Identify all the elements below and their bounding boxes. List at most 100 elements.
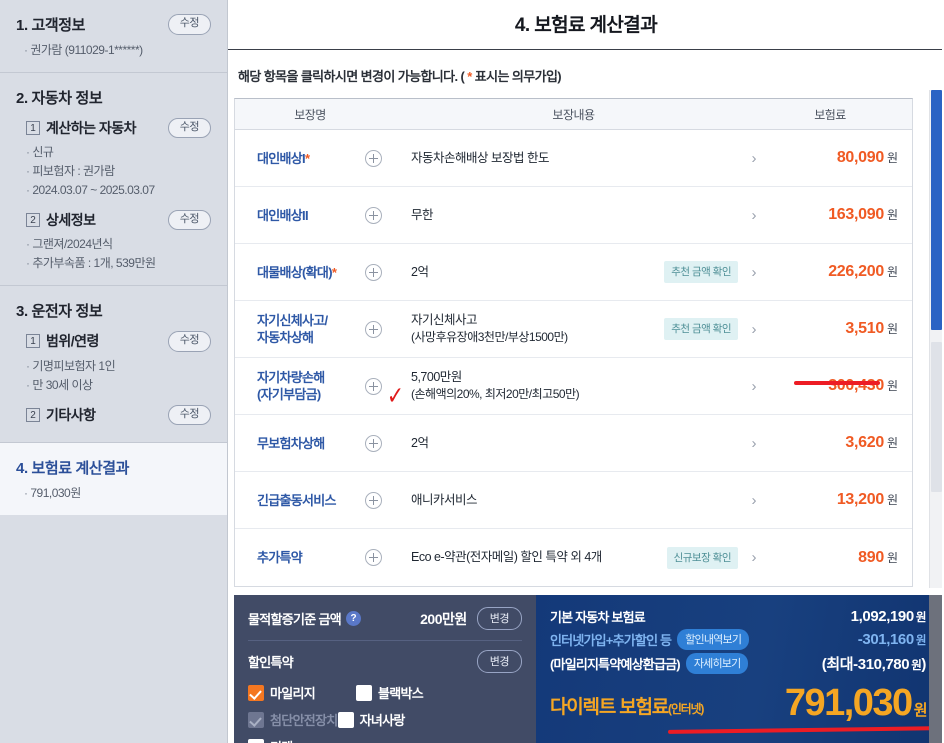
edit-button-calc-vehicle[interactable]: 수정 bbox=[167, 118, 211, 139]
plus-circle-icon[interactable] bbox=[365, 549, 382, 566]
premium-amount: 3,510 bbox=[845, 320, 884, 337]
coverage-name: 자기신체사고/ 자동차상해 bbox=[257, 313, 328, 345]
change-deductible-button[interactable]: 변경 bbox=[476, 607, 522, 630]
panel-scrollbar[interactable] bbox=[929, 595, 942, 743]
annotation-check-icon: ✓ bbox=[386, 381, 405, 410]
plus-circle-icon[interactable] bbox=[365, 263, 382, 281]
checkbox-checked-icon[interactable] bbox=[248, 684, 264, 701]
coverage-desc-sub: (사망후유장애3천만/부상1500만) bbox=[411, 330, 568, 344]
checkbox-blackbox[interactable]: 블랙박스 bbox=[356, 683, 463, 702]
table-scrollbar-track-lower[interactable] bbox=[931, 342, 942, 492]
sidebar-section-result[interactable]: 4. 보험료 계산결과 791,030원 bbox=[0, 441, 227, 515]
coverage-desc-cell[interactable]: 2억 › bbox=[385, 435, 762, 452]
table-row[interactable]: 긴급출동서비스 애니카서비스 › 13,200 원 bbox=[235, 472, 912, 529]
plus-circle-icon[interactable] bbox=[365, 320, 382, 338]
coverage-name-cell[interactable]: 자기차량손해 (자기부담금) bbox=[235, 369, 385, 403]
sidebar-subsection-title: 기타사항 bbox=[46, 406, 96, 423]
coverage-name-cell[interactable]: 대물배상(확대)* bbox=[235, 263, 385, 281]
plus-circle-icon[interactable] bbox=[365, 434, 382, 452]
coverage-premium-cell: 226,200 원 bbox=[762, 263, 912, 281]
coverage-name-cell[interactable]: 대인배상I* bbox=[235, 149, 385, 167]
plus-circle-icon[interactable] bbox=[365, 491, 382, 509]
chevron-right-icon[interactable]: › bbox=[746, 207, 762, 224]
chevron-right-icon[interactable]: › bbox=[746, 378, 762, 395]
recommend-badge[interactable]: 추천 금액 확인 bbox=[664, 261, 738, 283]
checkbox-unchecked-icon[interactable] bbox=[356, 684, 372, 701]
options-panel: 물적할증기준 금액 ? 200만원 변경 할인특약 변경 마일리지 블랙박스 첨… bbox=[234, 595, 536, 743]
coverage-desc-cell[interactable]: 자기신체사고 (사망후유장애3천만/부상1500만) 추천 금액 확인 › bbox=[385, 312, 762, 346]
sidebar-section-header: 3. 운전자 정보 bbox=[16, 300, 211, 321]
sidebar-section-title-vehicle: 2. 자동차 정보 bbox=[16, 90, 103, 107]
coverage-desc: 무한 bbox=[411, 207, 434, 222]
currency-unit: 원 bbox=[886, 379, 898, 393]
plus-circle-icon[interactable] bbox=[365, 149, 382, 167]
chevron-right-icon[interactable]: › bbox=[746, 264, 762, 281]
table-row[interactable]: 대물배상(확대)* 2억 추천 금액 확인 › 226,200 원 bbox=[235, 244, 912, 301]
table-row[interactable]: 무보험차상해 2억 › 3,620 원 bbox=[235, 415, 912, 472]
edit-button-detail[interactable]: 수정 bbox=[167, 210, 211, 231]
chevron-right-icon[interactable]: › bbox=[746, 321, 762, 338]
plus-circle-icon[interactable] bbox=[365, 377, 382, 395]
premium-amount: 80,090 bbox=[836, 149, 884, 166]
list-item: 2024.03.07 ~ 2025.03.07 bbox=[26, 181, 211, 200]
coverage-name-cell[interactable]: 긴급출동서비스 bbox=[235, 491, 385, 509]
checkbox-unchecked-icon[interactable] bbox=[337, 711, 354, 728]
summary-amount: 1,092,190 원 bbox=[850, 608, 927, 625]
chevron-right-icon[interactable]: › bbox=[746, 549, 762, 566]
notice-text: 해당 항목을 클릭하시면 변경이 가능합니다. ( * 표시는 의무가입) bbox=[228, 50, 944, 98]
edit-button-customer[interactable]: 수정 bbox=[167, 14, 211, 35]
discount-label: 할인특약 bbox=[248, 655, 294, 670]
plus-circle-icon[interactable] bbox=[365, 206, 382, 224]
coverage-premium-cell: 163,090 원 bbox=[762, 206, 912, 224]
table-scrollbar[interactable] bbox=[929, 90, 942, 588]
sidebar-list-customer: 권가람 (911029-1******) bbox=[24, 41, 211, 60]
coverage-desc-cell[interactable]: 2억 추천 금액 확인 › bbox=[385, 261, 762, 283]
table-scrollbar-thumb[interactable] bbox=[931, 90, 942, 330]
view-detail-button[interactable]: 자세히보기 bbox=[685, 653, 749, 674]
edit-button-etc[interactable]: 수정 bbox=[167, 404, 211, 425]
list-item: 기명피보험자 1인 bbox=[26, 357, 211, 376]
checkbox-label: 블랙박스 bbox=[378, 686, 424, 701]
checkbox-mileage[interactable]: 마일리지 bbox=[248, 683, 356, 702]
table-row[interactable]: 추가특약 Eco e-약관(전자메일) 할인 특약 외 4개 신규보장 확인 ›… bbox=[235, 529, 912, 586]
table-row[interactable]: 자기신체사고/ 자동차상해 자기신체사고 (사망후유장애3천만/부상1500만)… bbox=[235, 301, 912, 358]
coverage-desc-cell[interactable]: ✓ 5,700만원 (손해액의20%, 최저20만/최고50만) › bbox=[385, 369, 762, 408]
coverage-name-cell[interactable]: 추가특약 bbox=[235, 549, 385, 566]
coverage-name: 무보험차상해 bbox=[257, 435, 325, 451]
coverage-premium-cell: 13,200 원 bbox=[762, 491, 912, 509]
chevron-right-icon[interactable]: › bbox=[746, 492, 762, 509]
chevron-right-icon[interactable]: › bbox=[746, 150, 762, 167]
premium-amount: 890 bbox=[858, 548, 884, 566]
checkbox-label: 티맵 bbox=[270, 737, 293, 743]
new-coverage-badge[interactable]: 신규보장 확인 bbox=[666, 546, 738, 569]
view-discount-detail-button[interactable]: 할인내역보기 bbox=[677, 629, 750, 650]
coverage-desc-cell[interactable]: 애니카서비스 › bbox=[385, 492, 762, 509]
coverage-name-cell[interactable]: 대인배상II bbox=[235, 206, 385, 224]
checkbox-child-love[interactable]: 자녀사랑 bbox=[337, 710, 446, 729]
premium-amount: 226,200 bbox=[828, 263, 884, 280]
change-discount-button[interactable]: 변경 bbox=[476, 650, 522, 673]
table-row[interactable]: 자기차량손해 (자기부담금) ✓ 5,700만원 (손해액의20%, 최저20만… bbox=[235, 358, 912, 415]
coverage-name-cell[interactable]: 무보험차상해 bbox=[235, 434, 385, 452]
coverage-name-cell[interactable]: 자기신체사고/ 자동차상해 bbox=[235, 312, 385, 346]
step-number-badge: 1 bbox=[26, 121, 40, 136]
question-mark-icon[interactable]: ? bbox=[346, 611, 361, 626]
list-item: 추가부속품 : 1개, 539만원 bbox=[26, 254, 211, 273]
checkbox-unchecked-icon[interactable] bbox=[248, 738, 264, 743]
table-row[interactable]: 대인배상I* 자동차손해배상 보장법 한도 › 80,090 원 bbox=[235, 130, 912, 187]
currency-unit: 원 bbox=[913, 702, 928, 719]
coverage-desc: 2억 bbox=[411, 264, 429, 279]
coverage-premium-cell: 890 원 bbox=[762, 549, 912, 567]
sidebar-list-calc-vehicle: 신규 피보험자 : 권가람 2024.03.07 ~ 2025.03.07 bbox=[26, 143, 211, 200]
coverage-desc-cell[interactable]: Eco e-약관(전자메일) 할인 특약 외 4개 신규보장 확인 › bbox=[385, 546, 762, 569]
coverage-desc-cell[interactable]: 무한 › bbox=[385, 207, 762, 224]
coverage-desc: 자동차손해배상 보장법 한도 bbox=[411, 150, 549, 165]
edit-button-scope-age[interactable]: 수정 bbox=[167, 331, 211, 352]
checkbox-tmap[interactable]: 티맵 bbox=[248, 737, 355, 743]
chevron-right-icon[interactable]: › bbox=[746, 435, 762, 452]
recommend-badge[interactable]: 추천 금액 확인 bbox=[664, 318, 738, 340]
coverage-desc-cell[interactable]: 자동차손해배상 보장법 한도 › bbox=[385, 150, 762, 167]
table-row[interactable]: 대인배상II 무한 › 163,090 원 bbox=[235, 187, 912, 244]
deductible-label: 물적할증기준 금액 bbox=[248, 612, 342, 627]
coverage-desc: Eco e-약관(전자메일) 할인 특약 외 4개 bbox=[411, 550, 602, 564]
